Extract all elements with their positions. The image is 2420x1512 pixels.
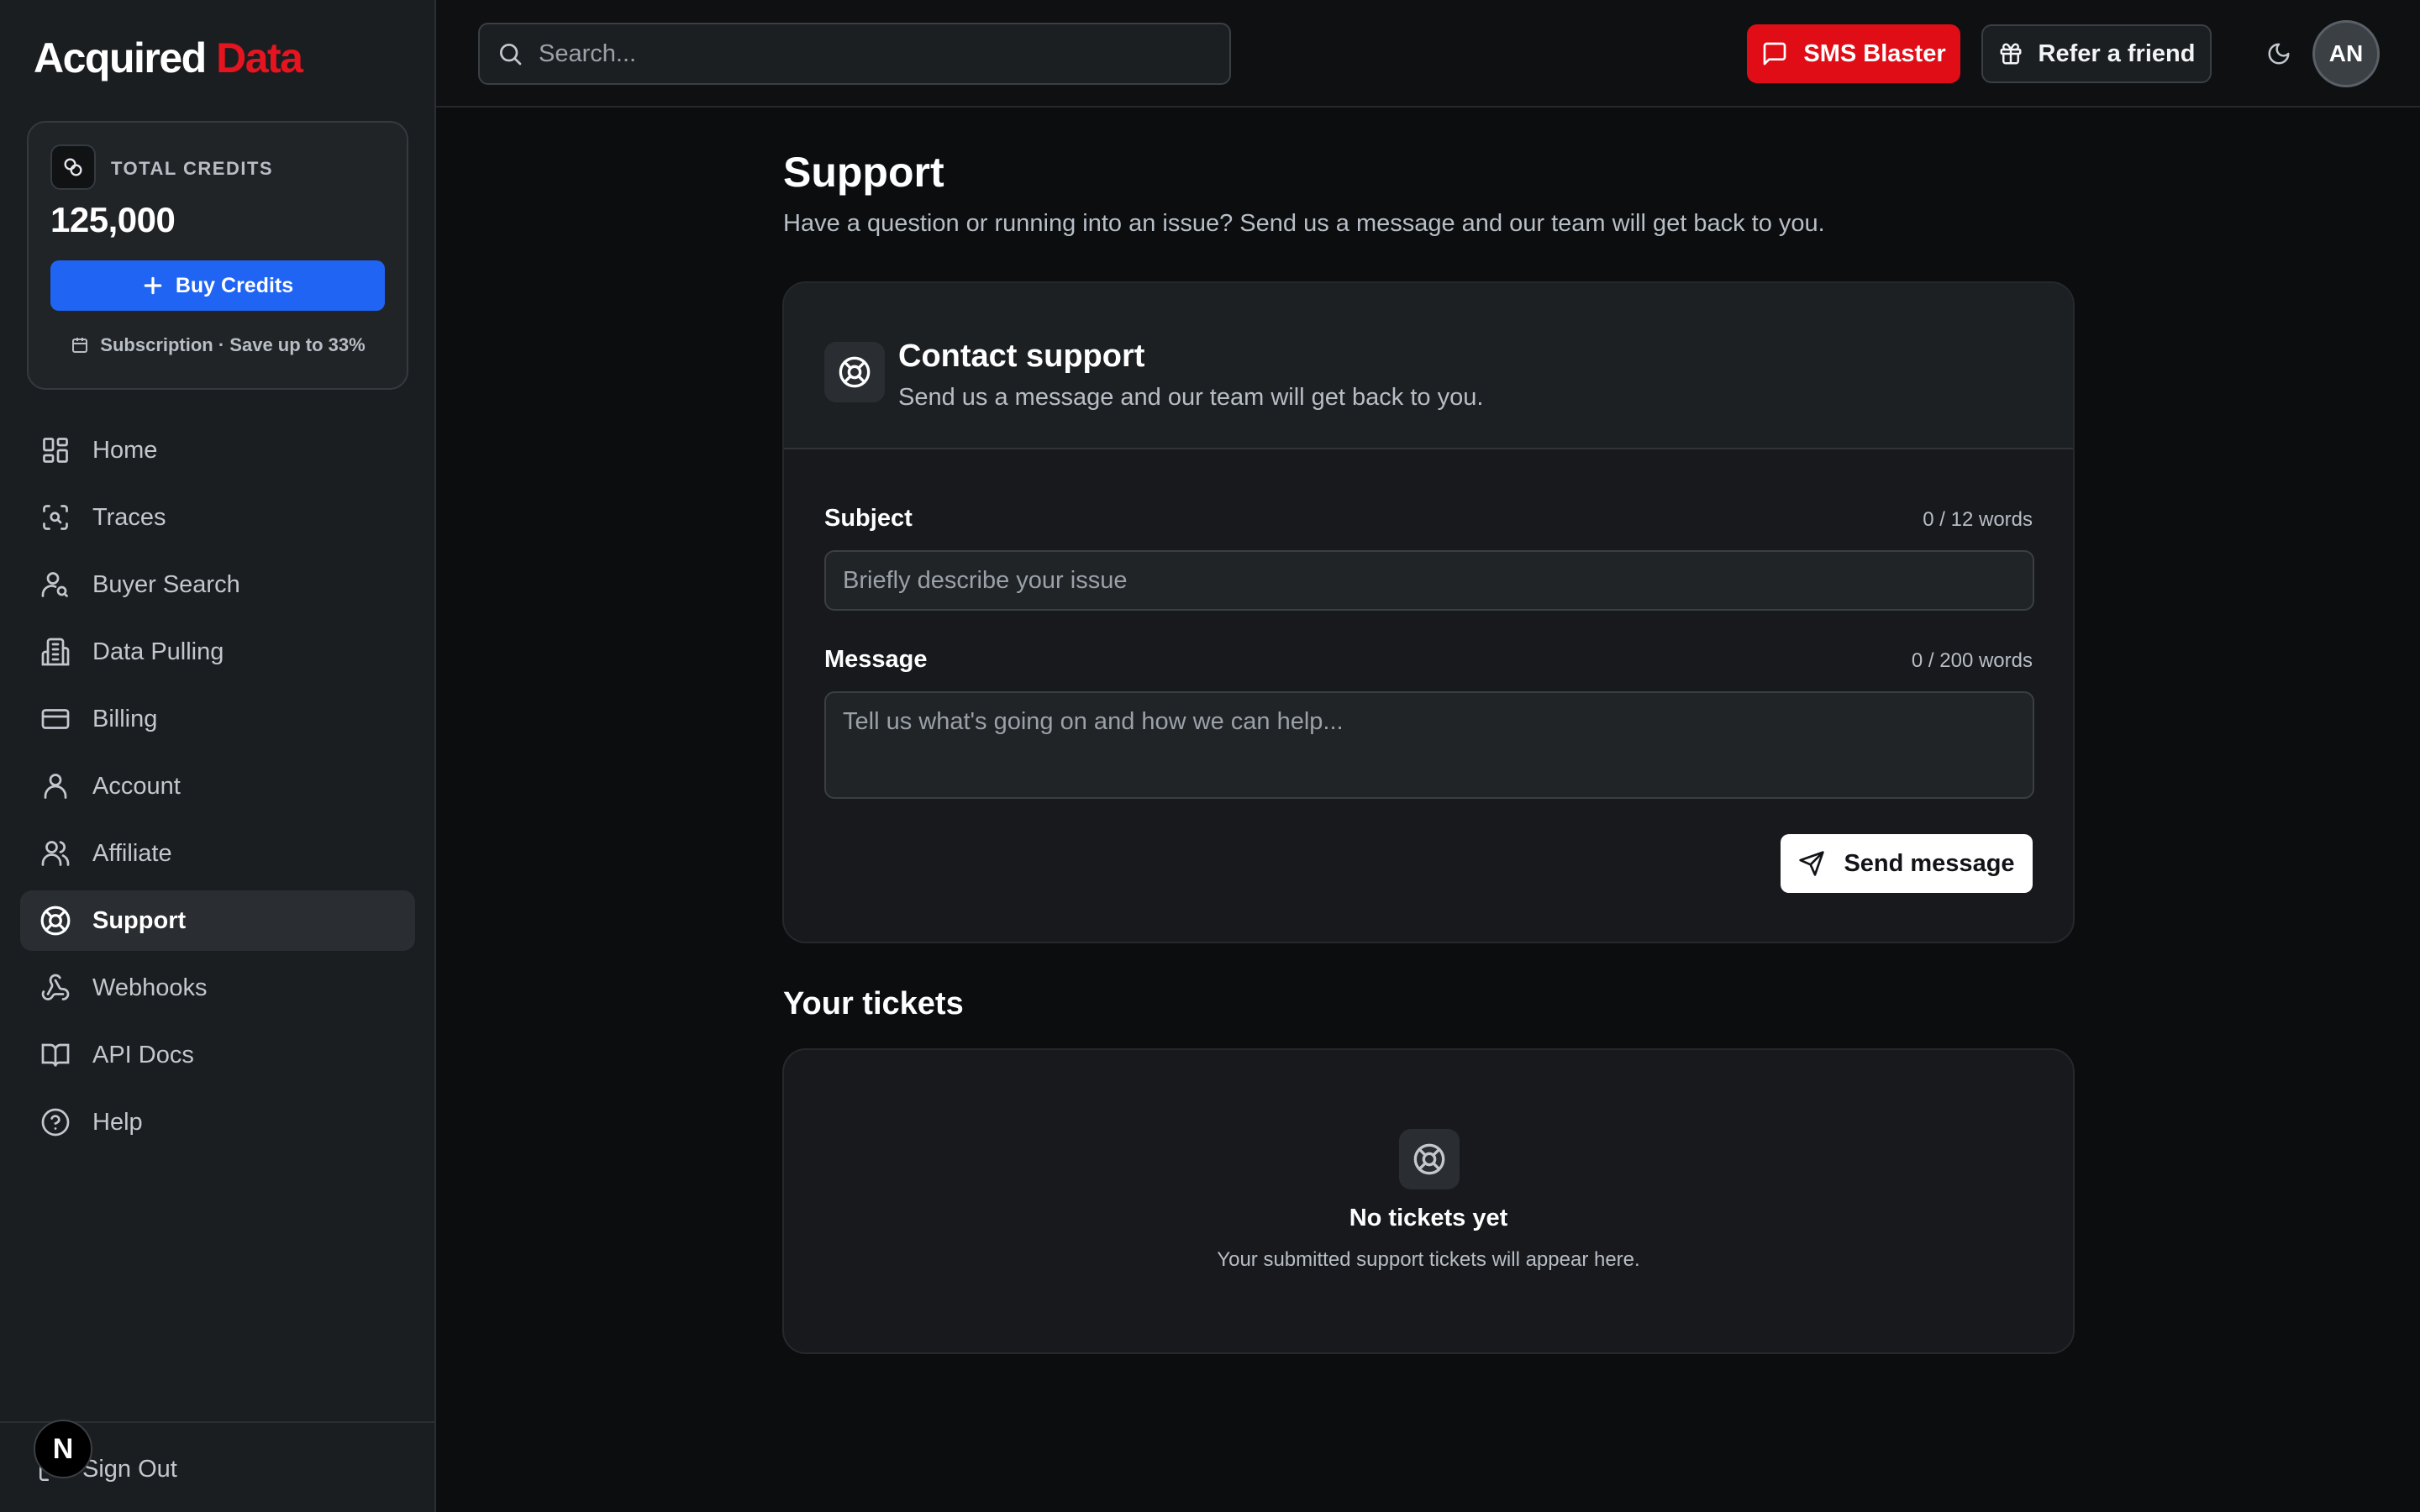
tickets-section-title: Your tickets xyxy=(783,986,964,1021)
brand-name: Acquired xyxy=(34,34,207,81)
message-square-icon xyxy=(1761,40,1788,67)
users-icon xyxy=(39,837,72,870)
moon-icon xyxy=(2266,41,2291,66)
sidebar-item-help[interactable]: Help xyxy=(20,1092,415,1152)
tickets-card: No tickets yet Your submitted support ti… xyxy=(782,1048,2075,1354)
coins-icon xyxy=(50,144,96,190)
subscription-link[interactable]: Subscription · Save up to 33% xyxy=(29,334,407,356)
sidebar-item-label: API Docs xyxy=(92,1041,194,1068)
help-circle-icon xyxy=(39,1105,72,1139)
contact-card-subtitle: Send us a message and our team will get … xyxy=(898,384,1484,411)
search-box[interactable] xyxy=(478,23,1231,85)
life-buoy-icon xyxy=(1399,1129,1460,1189)
dev-tools-badge[interactable]: N xyxy=(34,1420,92,1478)
sidebar-item-label: Webhooks xyxy=(92,974,208,1001)
brand-name-accent: Data xyxy=(216,34,303,81)
gift-icon xyxy=(1998,41,2023,66)
refer-friend-button[interactable]: Refer a friend xyxy=(1981,24,2212,83)
sidebar-item-label: Account xyxy=(92,772,181,800)
send-message-button[interactable]: Send message xyxy=(1781,834,2033,893)
send-message-label: Send message xyxy=(1844,849,2015,877)
search-icon xyxy=(497,40,523,67)
sidebar-item-webhooks[interactable]: Webhooks xyxy=(20,958,415,1018)
sidebar-item-label: Help xyxy=(92,1108,143,1136)
sidebar-item-label: Traces xyxy=(92,503,166,531)
sidebar-item-label: Billing xyxy=(92,705,158,732)
message-label: Message xyxy=(824,646,928,673)
credits-label: TOTAL CREDITS xyxy=(111,158,274,179)
sidebar-item-home[interactable]: Home xyxy=(20,420,415,480)
credits-value: 125,000 xyxy=(50,200,176,239)
avatar[interactable]: AN xyxy=(2312,20,2380,87)
grid-icon xyxy=(39,433,72,467)
plus-icon xyxy=(142,275,164,297)
credits-card: TOTAL CREDITS 125,000 Buy Credits Subscr… xyxy=(27,121,408,390)
sidebar-item-buyer-search[interactable]: Buyer Search xyxy=(20,554,415,615)
sidebar-item-label: Affiliate xyxy=(92,839,172,867)
sign-out-label: Sign Out xyxy=(82,1455,177,1483)
sidebar-item-label: Buyer Search xyxy=(92,570,240,598)
building-icon xyxy=(39,635,72,669)
user-icon xyxy=(39,769,72,803)
book-icon xyxy=(39,1038,72,1072)
sms-blaster-button[interactable]: SMS Blaster xyxy=(1747,24,1960,83)
sidebar-item-account[interactable]: Account xyxy=(20,756,415,816)
message-textarea[interactable] xyxy=(824,691,2034,799)
page-title: Support xyxy=(783,149,944,196)
topbar: SMS Blaster Refer a friend AN xyxy=(436,0,2420,108)
sidebar-item-label: Home xyxy=(92,436,158,464)
sms-blaster-label: SMS Blaster xyxy=(1803,39,1946,67)
sidebar-item-label: Support xyxy=(92,906,187,934)
sidebar-item-api-docs[interactable]: API Docs xyxy=(20,1025,415,1085)
subject-label: Subject xyxy=(824,505,913,532)
buy-credits-button[interactable]: Buy Credits xyxy=(50,260,385,311)
page-subtitle: Have a question or running into an issue… xyxy=(783,210,1825,237)
life-buoy-icon xyxy=(824,342,885,402)
subscription-text: Subscription · Save up to 33% xyxy=(100,334,366,355)
sidebar-nav: Home Traces Buyer Search Data Pulling Bi… xyxy=(20,420,415,1159)
sidebar-item-support[interactable]: Support xyxy=(20,890,415,951)
subject-input[interactable] xyxy=(824,550,2034,611)
search-input[interactable] xyxy=(539,39,1194,68)
refer-friend-label: Refer a friend xyxy=(2038,39,2196,67)
sidebar: Acquired Data TOTAL CREDITS 125,000 Buy … xyxy=(0,0,436,1512)
sidebar-item-label: Data Pulling xyxy=(92,638,224,665)
brand-logo[interactable]: Acquired Data xyxy=(34,34,303,82)
sidebar-item-data-pulling[interactable]: Data Pulling xyxy=(20,622,415,682)
webhook-icon xyxy=(39,971,72,1005)
message-word-count: 0 / 200 words xyxy=(1911,649,2033,672)
subject-word-count: 0 / 12 words xyxy=(1923,508,2033,531)
sidebar-item-affiliate[interactable]: Affiliate xyxy=(20,823,415,884)
contact-card-title: Contact support xyxy=(898,339,1145,374)
theme-toggle-button[interactable] xyxy=(2257,32,2301,76)
calendar-icon xyxy=(70,335,90,355)
empty-state-title: No tickets yet xyxy=(1349,1205,1508,1231)
contact-support-card: Contact support Send us a message and ou… xyxy=(782,281,2075,943)
send-icon xyxy=(1798,850,1825,877)
life-buoy-icon xyxy=(39,904,72,937)
buy-credits-label: Buy Credits xyxy=(175,273,294,297)
credit-card-icon xyxy=(39,702,72,736)
sidebar-item-traces[interactable]: Traces xyxy=(20,487,415,548)
scan-search-icon xyxy=(39,501,72,534)
user-search-icon xyxy=(39,568,72,601)
empty-state-subtitle: Your submitted support tickets will appe… xyxy=(1217,1248,1640,1271)
contact-card-header: Contact support Send us a message and ou… xyxy=(784,283,2073,449)
sidebar-item-billing[interactable]: Billing xyxy=(20,689,415,749)
